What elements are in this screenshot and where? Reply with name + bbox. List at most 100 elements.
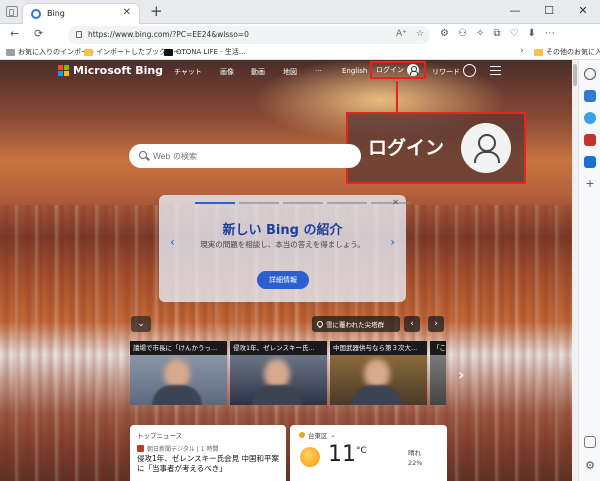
refresh-button[interactable]: ⟳ [34,27,43,41]
bing-favicon-icon [31,9,41,19]
downloads-icon[interactable]: ⬇ [527,28,535,39]
minimize-button[interactable]: — [498,0,532,22]
image-location-label: 雪に覆われた尖塔群 [326,321,385,329]
weather-location-label: 台東区 [308,432,328,440]
url-actions: A⁺ ☆ [396,29,424,39]
url-text[interactable]: https://www.bing.com/?PC=EE24&wlsso=0 [88,30,249,39]
logo-text: Microsoft Bing [73,64,164,77]
maximize-button[interactable]: ☐ [532,0,566,22]
callout-login-label: ログイン [368,137,445,159]
bookmark-other-favorites[interactable]: その他のお気に入り [534,47,600,57]
hamburger-menu-icon[interactable] [490,66,501,75]
weather-precipitation: 22% [408,459,423,467]
sunny-weather-icon [300,447,320,467]
bookmark-otona-life[interactable]: OTONA LIFE - 生活... [164,47,246,57]
promo-description: 現実の問題を相談し、本当の答えを得ましょう。 [200,240,365,249]
edge-sidebar: + ⚙ [578,60,600,481]
split-screen-icon[interactable]: ✧ [476,28,484,39]
nav-images[interactable]: 画像 [220,67,234,77]
user-avatar-large-icon [461,123,511,173]
new-tab-button[interactable]: + [150,2,163,20]
address-bar[interactable]: https://www.bing.com/?PC=EE24&wlsso=0 A⁺… [68,26,430,44]
profile-toolbar-icon[interactable]: ⚇ [458,28,467,39]
promo-progress-segment[interactable] [239,202,279,204]
image-location-button[interactable]: 雪に覆われた尖塔群 [312,316,400,332]
news-next-icon[interactable]: › [458,365,464,384]
tab-title: Bing [47,9,65,18]
bookmark-label: その他のお気に入り [546,48,600,56]
site-favicon-icon [164,48,173,56]
weather-location[interactable]: 台東区 ⌄ [299,430,336,440]
news-card[interactable]: 「こ [430,341,446,405]
weather-card[interactable]: 台東区 ⌄ 11 °C 晴れ 22% [290,425,447,481]
news-source-label: 朝日新聞デジタル | 1 時間 [147,446,219,453]
tab-close-icon[interactable]: ✕ [123,7,131,18]
import-icon [6,48,15,56]
learn-more-button[interactable]: 詳細情報 [257,271,309,289]
news-card[interactable]: 中国武器供与なら第３次大... [330,341,427,405]
favorite-star-icon[interactable]: ☆ [416,29,424,39]
bookmarks-bar: お気に入りのインポート インポートしたブックマー... OTONA LIFE -… [0,46,600,60]
prev-image-button[interactable]: ‹ [404,316,420,332]
news-card-title: 中国武器供与なら第３次大... [330,341,427,355]
news-card-image [430,355,446,405]
close-window-button[interactable]: ✕ [566,0,600,22]
rewards-link[interactable]: リワード [432,67,460,77]
collections-icon[interactable]: ⧉ [493,28,500,39]
promo-progress-segment[interactable] [371,202,411,204]
sidebar-tools-icon[interactable] [584,112,596,124]
language-link[interactable]: English [342,67,367,75]
news-card[interactable]: 侵攻1年、ゼレンスキー氏... [230,341,327,405]
news-card[interactable]: 議場で市長に「けんかうっ... [130,341,227,405]
microsoft-bing-logo[interactable]: Microsoft Bing [58,64,163,77]
sidebar-shopping-icon[interactable] [584,90,596,102]
tab-bar: Bing ✕ + — ☐ ✕ [0,0,600,24]
promo-progress-segment[interactable] [283,202,323,204]
lock-icon[interactable] [76,31,82,38]
bookmark-import[interactable]: お気に入りのインポート [6,47,95,57]
new-bing-promo-card: ✕ ‹ › 新しい Bing の紹介 現実の問題を相談し、本当の答えを得ましょう… [159,195,411,302]
news-card-image [230,355,327,405]
sidebar-office-icon[interactable] [584,134,596,146]
source-logo-icon [137,445,144,452]
promo-progress-indicator [195,202,411,204]
sidebar-search-icon[interactable] [584,68,596,80]
nav-chat[interactable]: チャット [174,67,202,77]
sidebar-settings-icon[interactable]: ⚙ [584,460,596,472]
login-label: ログイン [376,66,404,74]
next-image-button[interactable]: › [428,316,444,332]
favorites-icon[interactable]: ♡ [509,28,518,39]
window-menu-icon[interactable] [6,6,18,17]
nav-more[interactable]: ··· [315,67,322,75]
login-button[interactable]: ログイン [370,61,426,79]
news-headline[interactable]: 侵攻1年、ゼレンスキー氏会見 中国和平案に「当事者が考えるべき」 [137,454,283,474]
search-box[interactable] [129,144,361,168]
callout-connector [396,81,398,113]
tab-bing[interactable]: Bing ✕ [22,3,140,24]
bing-homepage: Microsoft Bing チャット 画像 動画 地図 ··· English… [0,60,572,481]
promo-progress-segment[interactable] [195,202,235,204]
promo-progress-segment[interactable] [327,202,367,204]
bing-header: Microsoft Bing チャット 画像 動画 地図 ··· English… [0,60,572,82]
back-button[interactable]: ← [10,27,19,41]
more-menu-icon[interactable]: ⋯ [545,28,555,39]
sidebar-layout-icon[interactable] [584,436,596,448]
top-news-card[interactable]: トップニュース 朝日新聞デジタル | 1 時間 侵攻1年、ゼレンスキー氏会見 中… [130,425,286,481]
extension-icon[interactable]: ⚙ [440,28,449,39]
bookmarks-overflow-icon[interactable]: › [520,46,524,56]
weather-temperature: 11 [328,442,356,467]
read-aloud-icon[interactable]: A⁺ [396,29,407,39]
promo-close-icon[interactable]: ✕ [392,198,399,207]
nav-maps[interactable]: 地図 [283,67,297,77]
promo-title: 新しい Bing の紹介 [222,223,343,238]
sidebar-add-icon[interactable]: + [584,178,596,190]
nav-videos[interactable]: 動画 [251,67,265,77]
bookmark-label: OTONA LIFE - 生活... [176,48,246,56]
search-input[interactable] [153,148,343,164]
sidebar-outlook-icon[interactable] [584,156,596,168]
top-news-label: トップニュース [137,432,183,440]
scroll-thumb[interactable] [573,64,577,86]
rewards-trophy-icon[interactable] [463,64,476,77]
collapse-feed-button[interactable]: ⌄ [131,316,151,332]
weather-unit: °C [356,446,367,456]
